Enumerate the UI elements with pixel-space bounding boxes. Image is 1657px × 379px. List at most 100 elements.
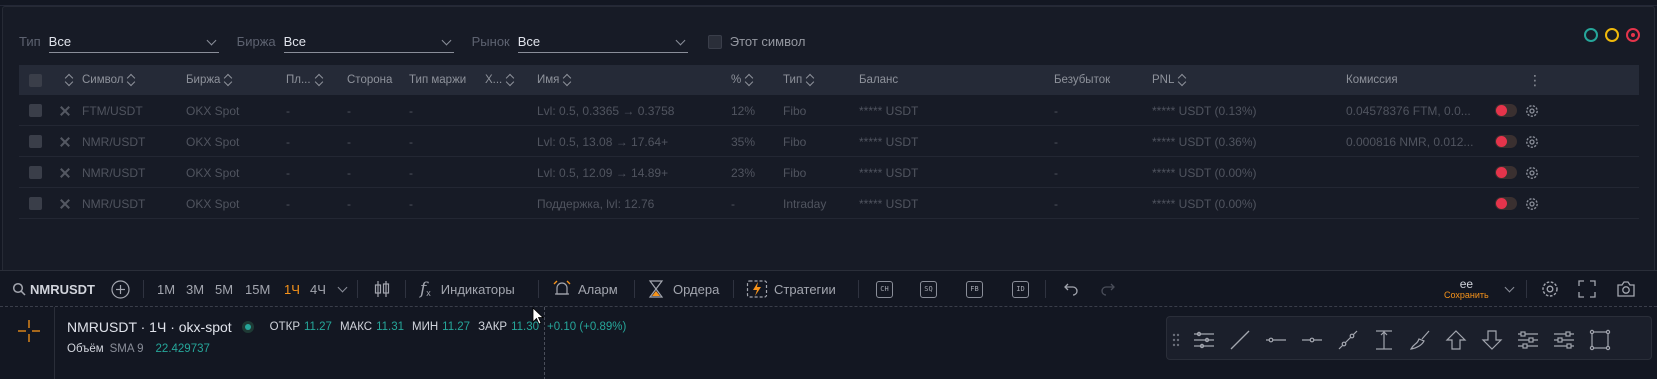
id-button[interactable]: ID	[1012, 271, 1029, 307]
ray-tool-icon[interactable]	[1337, 329, 1359, 351]
cell-balance: ***** USDT	[859, 196, 919, 211]
header-balance[interactable]: Баланс	[859, 65, 898, 95]
sliders-tool-icon[interactable]	[1553, 329, 1575, 351]
undo-icon[interactable]	[1063, 271, 1079, 307]
close-dot-icon[interactable]	[1626, 28, 1640, 42]
this-symbol-checkbox[interactable]: Этот символ	[707, 34, 805, 53]
sq-button[interactable]: SQ	[920, 271, 937, 307]
add-symbol-button[interactable]	[111, 271, 130, 307]
gear-icon[interactable]	[1524, 126, 1540, 157]
sort-icon	[1178, 74, 1186, 86]
table-row[interactable]: NMR/USDT OKX Spot - - - Lvl: 0.5, 12.09 …	[19, 157, 1639, 188]
sort-icon	[806, 74, 814, 86]
cell-pl: -	[286, 196, 290, 211]
symbol-name: NMRUSDT	[30, 281, 95, 297]
interval-1h-active[interactable]: 1Ч	[284, 271, 300, 307]
cell-breakeven: -	[1054, 134, 1058, 149]
header-side[interactable]: Сторона	[347, 65, 392, 95]
settings-gear-icon[interactable]	[1540, 271, 1560, 307]
save-layout-button[interactable]: ee Сохранить	[1444, 271, 1489, 307]
row-checkbox[interactable]	[29, 95, 42, 126]
fb-button[interactable]: FB	[966, 271, 983, 307]
filter-exchange-select[interactable]: Все	[283, 34, 454, 53]
checkbox-box[interactable]	[707, 34, 722, 49]
interval-1m[interactable]: 1M	[157, 271, 175, 307]
sort-icon	[506, 74, 514, 86]
horizontal-ray-tool-icon[interactable]	[1265, 329, 1287, 351]
green-dot-icon[interactable]	[1584, 28, 1598, 42]
header-type[interactable]: Тип	[783, 65, 814, 95]
orders-button[interactable]: Ордера	[646, 271, 719, 307]
filter-market-select[interactable]: Все	[517, 34, 688, 53]
row-toggle[interactable]	[1495, 157, 1517, 188]
cell-commission: 0.000816 NMR, 0.012...	[1346, 134, 1474, 149]
horizontal-line-tool-icon[interactable]	[1301, 329, 1323, 351]
rectangle-tool-icon[interactable]	[1589, 329, 1611, 351]
sort-icon	[745, 74, 753, 86]
expand-icon[interactable]	[60, 95, 70, 126]
filter-exchange[interactable]: Биржа Все	[237, 34, 454, 53]
filter-settings-tool-icon[interactable]	[1517, 329, 1539, 351]
trend-line-tool-icon[interactable]	[1229, 329, 1251, 351]
row-toggle[interactable]	[1495, 95, 1517, 126]
cell-pct: 23%	[731, 165, 756, 180]
header-pl[interactable]: Пл...	[286, 65, 323, 95]
redo-icon[interactable]	[1100, 271, 1116, 307]
filter-type-select[interactable]: Все	[48, 34, 219, 53]
chart-title[interactable]: NMRUSDT · 1Ч · okx-spot	[67, 319, 232, 335]
header-breakeven[interactable]: Безубыток	[1054, 65, 1110, 95]
row-toggle[interactable]	[1495, 126, 1517, 157]
more-vertical-icon[interactable]: ⋮	[1528, 65, 1542, 95]
gear-icon[interactable]	[1524, 188, 1540, 219]
sort-icon[interactable]	[61, 65, 73, 95]
filter-bar: Тип Все Биржа Все Рынок Все Этот символ	[19, 27, 805, 53]
strategies-button[interactable]: Стратегии	[746, 271, 836, 307]
interval-15m[interactable]: 15M	[245, 271, 270, 307]
select-all-checkbox[interactable]	[29, 65, 42, 95]
header-pct[interactable]: %	[731, 65, 753, 95]
header-symbol[interactable]: Символ	[82, 65, 135, 95]
price-range-tool-icon[interactable]	[1373, 329, 1395, 351]
header-x[interactable]: Х...	[485, 65, 514, 95]
interval-4h[interactable]: 4Ч	[310, 271, 326, 307]
mouse-cursor-icon	[532, 307, 545, 325]
arrow-down-tool-icon[interactable]	[1481, 329, 1503, 351]
interval-5m[interactable]: 5M	[215, 271, 233, 307]
symbol-search[interactable]: NMRUSDT	[12, 271, 95, 307]
header-name[interactable]: Имя	[537, 65, 571, 95]
ch-button[interactable]: CH	[876, 271, 893, 307]
header-exchange[interactable]: Биржа	[186, 65, 232, 95]
indicators-button[interactable]: fx Индикаторы	[420, 271, 515, 307]
table-row[interactable]: FTM/USDT OKX Spot - - - Lvl: 0.5, 0.3365…	[19, 95, 1639, 126]
filter-type[interactable]: Тип Все	[19, 34, 219, 53]
table-row[interactable]: NMR/USDT OKX Spot - - - Поддержка, lvl: …	[19, 188, 1639, 219]
brush-tool-icon[interactable]	[1409, 329, 1431, 351]
arrow-up-tool-icon[interactable]	[1445, 329, 1467, 351]
header-pnl[interactable]: PNL	[1152, 65, 1186, 95]
row-checkbox[interactable]	[29, 188, 42, 219]
camera-icon[interactable]	[1616, 271, 1636, 307]
yellow-dot-icon[interactable]	[1605, 28, 1619, 42]
fullscreen-icon[interactable]	[1578, 271, 1596, 307]
gear-icon[interactable]	[1524, 95, 1540, 126]
filter-market[interactable]: Рынок Все	[472, 34, 688, 53]
row-checkbox[interactable]	[29, 157, 42, 188]
expand-icon[interactable]	[60, 157, 70, 188]
alarm-button[interactable]: Аларм	[552, 271, 618, 307]
table-row[interactable]: NMR/USDT OKX Spot - - - Lvl: 0.5, 13.08 …	[19, 126, 1639, 157]
expand-icon[interactable]	[60, 126, 70, 157]
gear-icon[interactable]	[1524, 157, 1540, 188]
expand-icon[interactable]	[60, 188, 70, 219]
header-commission[interactable]: Комиссия	[1346, 65, 1398, 95]
row-checkbox[interactable]	[29, 126, 42, 157]
row-toggle[interactable]	[1495, 188, 1517, 219]
horizontal-lines-tool-icon[interactable]	[1193, 329, 1215, 351]
interval-3m[interactable]: 3M	[186, 271, 204, 307]
cell-pl: -	[286, 103, 290, 118]
layout-dropdown[interactable]	[1504, 271, 1517, 307]
filter-exchange-label: Биржа	[236, 34, 276, 49]
candles-icon[interactable]	[374, 271, 390, 307]
cell-name: Lvl: 0.5, 12.09 → 14.89+	[537, 165, 669, 180]
header-margin-type[interactable]: Тип маржи	[409, 65, 466, 95]
intervals-dropdown[interactable]	[337, 271, 350, 307]
